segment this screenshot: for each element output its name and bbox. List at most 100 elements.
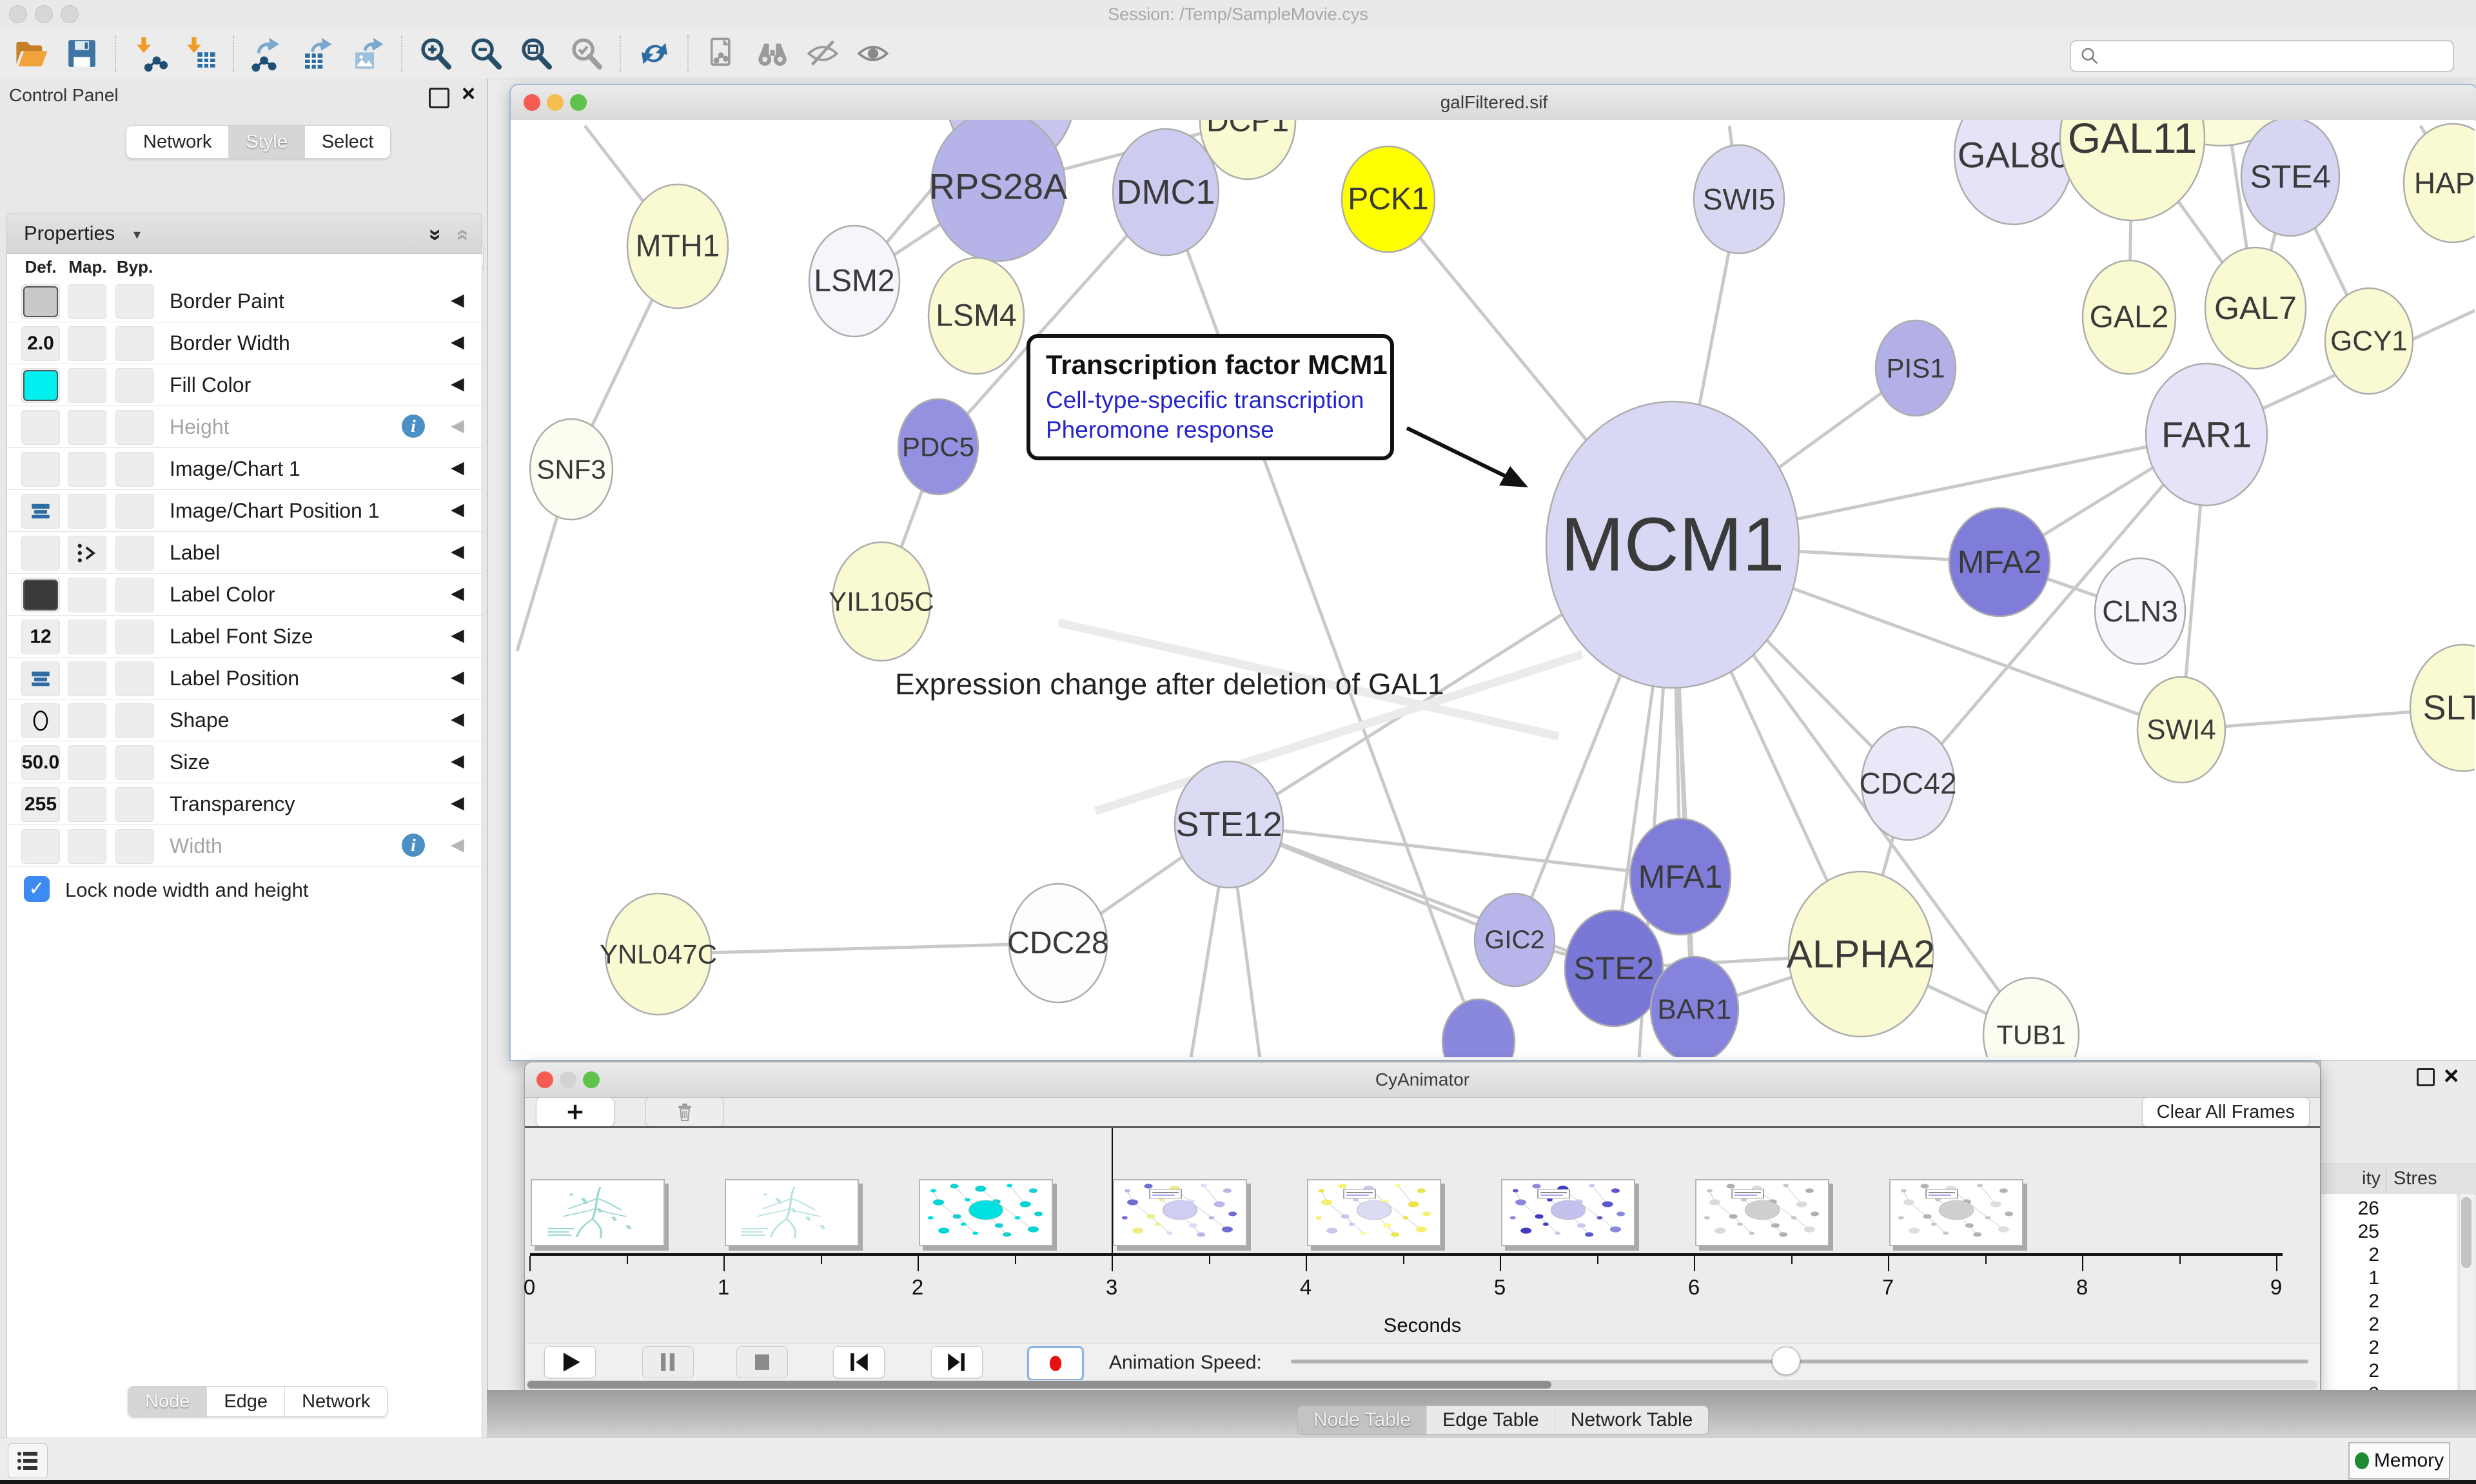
node-yil105c[interactable] [832,542,930,661]
bypass-value-cell[interactable] [115,578,154,612]
property-row-border-paint[interactable]: Border Paint◀ [7,280,482,322]
bypass-value-cell[interactable] [115,661,154,696]
skip-back-button[interactable] [833,1346,885,1378]
annotation-box[interactable]: Transcription factor MCM1 Cell-type-spec… [1027,334,1394,460]
node-swi4[interactable] [2137,677,2225,783]
zoom-fit-button[interactable] [514,32,559,75]
expand-row-icon[interactable]: ◀ [451,583,464,603]
bypass-value-cell[interactable] [115,410,154,445]
node-bar1[interactable] [1651,957,1738,1057]
property-row-shape[interactable]: Shape◀ [7,699,482,741]
timeline-hscrollbar[interactable] [526,1380,2317,1389]
node-pdc5[interactable] [898,399,978,494]
default-value-cell[interactable] [21,661,60,696]
default-value-cell[interactable] [21,536,60,571]
node-lsm4[interactable] [928,258,1024,374]
table-tab-edge-table[interactable]: Edge Table [1427,1406,1555,1434]
default-value-cell[interactable] [21,452,60,487]
frame-thumbnail-2[interactable] [725,1179,859,1246]
default-value-cell[interactable] [21,410,60,445]
default-value-cell[interactable] [21,368,60,403]
frame-thumbnail-8[interactable] [1889,1179,2023,1246]
lock-size-checkbox[interactable]: ✓ [24,876,50,902]
expand-row-icon[interactable]: ◀ [451,667,464,687]
network-from-file-button[interactable] [700,32,745,75]
mapping-value-cell[interactable] [68,745,106,780]
apply-preferred-layout-button[interactable] [632,32,677,75]
node-mfa1[interactable] [1630,819,1731,935]
expand-row-icon[interactable]: ◀ [451,290,464,310]
property-row-label[interactable]: Label◀ [7,532,482,574]
style-target-tab-network[interactable]: Network [285,1387,387,1416]
find-button[interactable] [750,32,795,75]
search-input[interactable] [2106,45,2453,67]
mapping-value-cell[interactable] [68,578,106,612]
node-slt2[interactable] [2410,645,2475,771]
node-pck1[interactable] [1342,146,1435,252]
network-canvas[interactable]: RPS28ADMC1DCP1PCK1MTH1LSM2LSM4SNF3PDC5YI… [511,120,2475,1057]
mapping-value-cell[interactable] [68,368,106,403]
hide-selected-button[interactable] [800,32,845,75]
property-row-border-width[interactable]: 2.0Border Width◀ [7,322,482,364]
node-gcy1[interactable] [2325,288,2413,394]
record-button[interactable] [1027,1346,1084,1381]
node-ynl047c[interactable] [605,893,711,1015]
property-row-label-position[interactable]: Label Position◀ [7,658,482,699]
mapping-value-cell[interactable] [68,452,106,487]
frame-thumbnail-5[interactable] [1307,1179,1441,1246]
bypass-value-cell[interactable] [115,745,154,780]
clear-all-frames-button[interactable]: Clear All Frames [2142,1097,2310,1127]
float-panel-icon[interactable] [429,88,449,108]
zoom-out-button[interactable] [464,32,509,75]
mapping-value-cell[interactable] [68,494,106,529]
expand-row-icon[interactable]: ◀ [451,416,464,436]
bypass-value-cell[interactable] [115,536,154,571]
tab-style[interactable]: Style [229,126,304,158]
mapping-value-cell[interactable] [68,661,106,696]
cyanimator-titlebar[interactable]: CyAnimator [525,1062,2320,1098]
style-target-tab-edge[interactable]: Edge [207,1387,285,1416]
tab-network[interactable]: Network [126,126,229,158]
bypass-value-cell[interactable] [115,620,154,654]
node-gal80[interactable] [1954,120,2073,224]
node-snf3[interactable] [530,419,613,520]
expand-row-icon[interactable]: ◀ [451,458,464,478]
expand-all-icon[interactable]: » [423,229,448,241]
bypass-value-cell[interactable] [115,326,154,361]
export-network-button[interactable] [245,32,290,75]
expand-row-icon[interactable]: ◀ [451,542,464,561]
expand-row-icon[interactable]: ◀ [451,625,464,645]
memory-button[interactable]: Memory [2348,1442,2450,1479]
default-value-cell[interactable]: 2.0 [21,326,60,361]
import-network-button[interactable] [127,32,172,75]
task-history-button[interactable] [8,1443,48,1478]
bypass-value-cell[interactable] [115,703,154,738]
mapping-value-cell[interactable] [68,410,106,445]
expand-row-icon[interactable]: ◀ [451,793,464,813]
expand-row-icon[interactable]: ◀ [451,835,464,855]
property-row-label-font-size[interactable]: 12Label Font Size◀ [7,616,482,658]
mapping-value-cell[interactable] [68,787,106,822]
node-mcm1[interactable] [1546,402,1799,688]
property-row-image-chart-position-1[interactable]: Image/Chart Position 1◀ [7,490,482,532]
collapse-all-icon[interactable]: » [449,229,474,241]
default-value-cell[interactable] [21,578,60,612]
network-window-titlebar[interactable]: galFiltered.sif [511,85,2476,121]
node-pcut[interactable] [1442,999,1515,1057]
style-target-tab-node[interactable]: Node [128,1387,207,1416]
table-tab-network-table[interactable]: Network Table [1555,1406,1709,1434]
info-icon[interactable]: i [402,415,425,438]
node-alpha2[interactable] [1789,872,1933,1037]
bypass-value-cell[interactable] [115,452,154,487]
node-swi5[interactable] [1694,145,1784,253]
search-box[interactable] [2070,40,2454,72]
float-panel-icon[interactable] [2417,1068,2435,1086]
property-row-width[interactable]: Widthi◀ [7,825,482,867]
expand-row-icon[interactable]: ◀ [451,332,464,352]
frame-thumbnail-6[interactable] [1501,1179,1635,1246]
mapping-value-cell[interactable] [68,284,106,319]
play-button[interactable] [544,1346,596,1378]
export-table-button[interactable] [295,32,340,75]
expand-row-icon[interactable]: ◀ [451,374,464,394]
mapping-value-cell[interactable] [68,620,106,654]
